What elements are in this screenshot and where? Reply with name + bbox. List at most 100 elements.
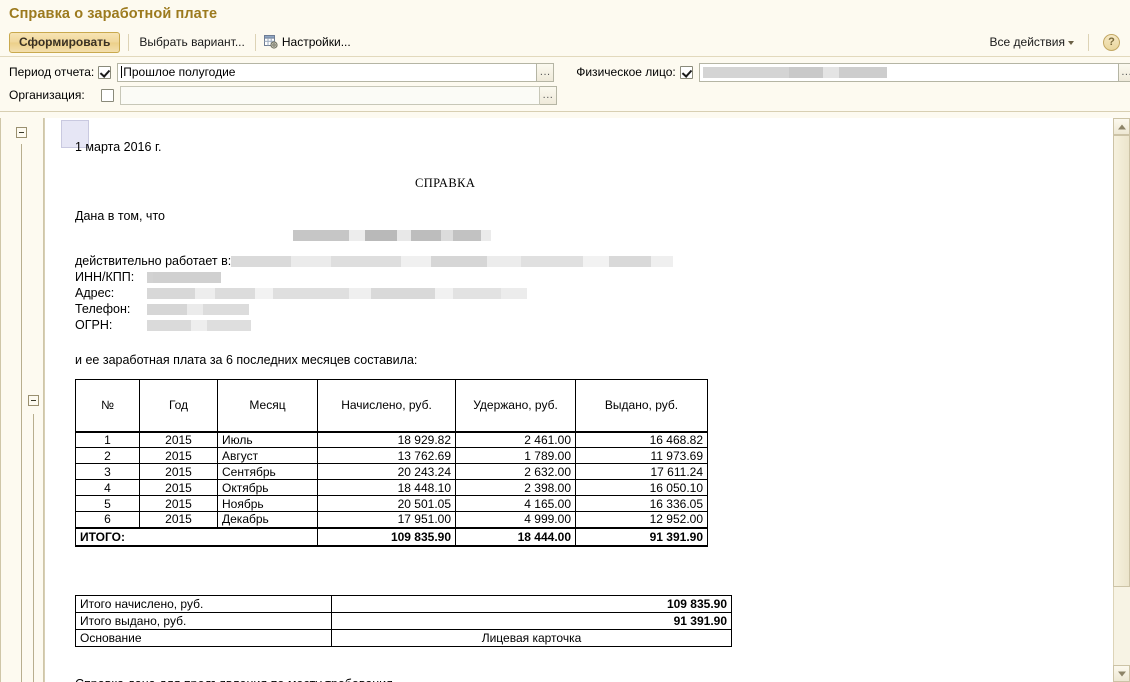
spreadsheet-canvas[interactable]: 1 марта 2016 г. СПРАВКА Дана в том, что … [44, 118, 1130, 682]
period-select-button[interactable]: ... [537, 62, 555, 82]
summary-row: Итого выдано, руб. 91 391.90 [75, 611, 732, 630]
toolbar-separator-2 [254, 33, 256, 51]
cell-number: 3 [75, 463, 140, 480]
redacted-block [365, 230, 397, 241]
total-withheld: 18 444.00 [455, 526, 576, 547]
summary-key: Итого выдано, руб. [75, 611, 332, 630]
info-value-redacted [147, 319, 251, 331]
cell-paid: 12 952.00 [575, 511, 708, 528]
redacted-block [822, 66, 839, 78]
cell-accrued: 20 501.05 [317, 495, 456, 512]
help-button[interactable]: ? [1103, 33, 1120, 51]
outline-collapse-level-1[interactable] [16, 127, 27, 138]
redacted-block [331, 255, 402, 267]
summary-value: Лицевая карточка [331, 628, 732, 647]
cell-accrued: 20 243.24 [317, 463, 456, 480]
table-row: 2 2015 Август 13 762.69 1 789.00 11 973.… [75, 447, 708, 464]
table-row: 4 2015 Октябрь 18 448.10 2 398.00 16 050… [75, 479, 708, 496]
cell-month: Август [217, 447, 318, 464]
cell-year: 2015 [139, 463, 218, 480]
redacted-block [231, 255, 292, 267]
column-header-year: Год [139, 379, 218, 433]
person-field-group: ... [698, 62, 1130, 82]
period-input[interactable]: Прошлое полугодие [117, 62, 538, 82]
redacted-block [583, 255, 610, 267]
info-row-ogrn: ОГРН: [75, 317, 1130, 333]
info-value-redacted [147, 287, 527, 299]
document-date: 1 марта 2016 г. [75, 140, 162, 154]
summary-row: Основание Лицевая карточка [75, 628, 732, 647]
outline-level-1-line [21, 144, 22, 682]
parameter-row-period: Период отчета: Прошлое полугодие ... Физ… [9, 62, 1130, 82]
vertical-scrollbar[interactable] [1113, 118, 1130, 682]
summary-value: 109 835.90 [331, 594, 732, 613]
cell-withheld: 4 165.00 [455, 495, 576, 512]
summary-key: Основание [75, 628, 332, 647]
page-title: Справка о заработной плате [9, 6, 218, 22]
redacted-block [195, 287, 215, 299]
info-row-phone: Телефон: [75, 301, 1130, 317]
all-actions-label: Все действия [989, 35, 1065, 49]
info-key: ОГРН: [75, 318, 113, 332]
summary-key: Итого начислено, руб. [75, 594, 332, 613]
spreadsheet-document-area: 1 марта 2016 г. СПРАВКА Дана в том, что … [0, 118, 1130, 682]
redacted-block [397, 230, 411, 241]
cell-month: Июль [217, 431, 318, 448]
table-row: 1 2015 Июль 18 929.82 2 461.00 16 468.82 [75, 431, 708, 448]
cell-withheld: 2 398.00 [455, 479, 576, 496]
document-footer-note: Справка дана для предъявления по месту т… [75, 677, 1130, 682]
cell-number: 4 [75, 479, 140, 496]
redacted-block [147, 287, 195, 299]
person-label: Физическое лицо: [576, 65, 676, 79]
cell-withheld: 2 632.00 [455, 463, 576, 480]
table-row: 3 2015 Сентябрь 20 243.24 2 632.00 17 61… [75, 463, 708, 480]
cell-paid: 16 050.10 [575, 479, 708, 496]
outline-level-2-line [33, 414, 34, 682]
info-value-redacted [147, 271, 221, 283]
cell-year: 2015 [139, 479, 218, 496]
cell-withheld: 4 999.00 [455, 511, 576, 528]
redacted-block [401, 255, 432, 267]
total-label: ИТОГО: [75, 526, 318, 547]
redacted-block [147, 319, 191, 331]
organization-label: Организация: [9, 88, 85, 102]
organization-input[interactable] [120, 85, 540, 105]
employer-info-list: ИНН/КПП: Адрес: Телефон: ОГРН: [75, 269, 1130, 333]
all-actions-menu[interactable]: Все действия [990, 35, 1074, 49]
cell-year: 2015 [139, 511, 218, 528]
period-checkbox[interactable] [98, 65, 112, 79]
redacted-block [371, 287, 435, 299]
redacted-block [215, 287, 255, 299]
person-input[interactable] [698, 62, 1119, 82]
settings-button-label: Настройки... [281, 35, 351, 49]
settings-table-gear-icon [263, 35, 278, 49]
cell-number: 2 [75, 447, 140, 464]
salary-table: № Год Месяц Начислено, руб. Удержано, ру… [75, 379, 708, 547]
organization-select-button[interactable]: ... [540, 85, 557, 105]
report-toolbar: Сформировать Выбрать вариант... Настройк… [0, 28, 1130, 57]
cell-paid: 11 973.69 [575, 447, 708, 464]
settings-button[interactable]: Настройки... [263, 35, 351, 49]
generate-report-button[interactable]: Сформировать [9, 31, 121, 53]
info-row-inn: ИНН/КПП: [75, 269, 1130, 285]
person-select-button[interactable]: ... [1118, 62, 1130, 82]
redacted-block [203, 303, 249, 315]
chevron-down-icon [1068, 40, 1074, 45]
outline-collapse-level-2[interactable] [28, 395, 39, 406]
redacted-block [147, 303, 187, 315]
redacted-block [273, 287, 349, 299]
scroll-down-button[interactable] [1113, 665, 1130, 682]
organization-field-group: ... [120, 85, 557, 105]
scrollbar-thumb[interactable] [1113, 135, 1130, 587]
redacted-block [481, 230, 491, 241]
redacted-block [349, 230, 365, 241]
redacted-block [349, 287, 371, 299]
person-checkbox[interactable] [679, 65, 693, 79]
scroll-up-button[interactable] [1113, 118, 1130, 135]
organization-checkbox[interactable] [101, 88, 114, 102]
select-variant-button[interactable]: Выбрать вариант... [137, 33, 246, 51]
column-header-withheld: Удержано, руб. [455, 379, 576, 433]
arrow-up-icon [1117, 124, 1126, 129]
toolbar-separator-3 [1088, 33, 1089, 51]
cell-month: Октябрь [217, 479, 318, 496]
